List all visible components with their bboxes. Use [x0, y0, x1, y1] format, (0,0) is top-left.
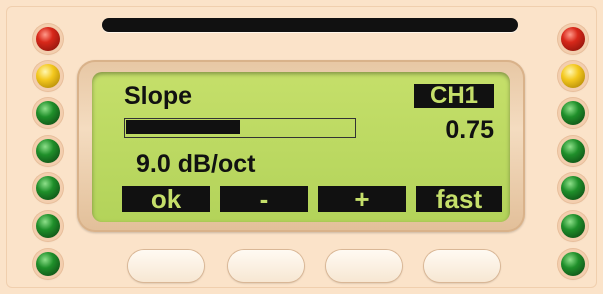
ok-button[interactable] [128, 250, 204, 282]
plus-button[interactable] [326, 250, 402, 282]
card-slot [102, 18, 518, 32]
left-led-4 [36, 139, 60, 163]
right-led-3 [561, 101, 585, 125]
left-led-5 [36, 176, 60, 200]
right-led-7 [561, 252, 585, 276]
softkey-label-minus: - [220, 186, 308, 212]
left-led-6 [36, 214, 60, 238]
right-led-2 [561, 64, 585, 88]
parameter-title: Slope [124, 82, 193, 110]
left-led-7 [36, 252, 60, 276]
right-led-5 [561, 176, 585, 200]
softkey-label-plus: + [318, 186, 406, 212]
minus-button[interactable] [228, 250, 304, 282]
parameter-value: 0.75 [445, 116, 494, 144]
right-led-6 [561, 214, 585, 238]
left-led-2 [36, 64, 60, 88]
softkey-label-ok: ok [122, 186, 210, 212]
channel-badge: CH1 [414, 84, 494, 108]
level-bar-fill [126, 120, 240, 134]
left-led-1 [36, 27, 60, 51]
level-bar [124, 118, 356, 138]
device-panel: Slope CH1 0.75 9.0 dB/oct ok - + fast [0, 0, 603, 294]
left-led-3 [36, 101, 60, 125]
right-led-4 [561, 139, 585, 163]
fast-button[interactable] [424, 250, 500, 282]
right-led-1 [561, 27, 585, 51]
softkey-label-fast: fast [416, 186, 502, 212]
parameter-readout: 9.0 dB/oct [136, 150, 256, 178]
